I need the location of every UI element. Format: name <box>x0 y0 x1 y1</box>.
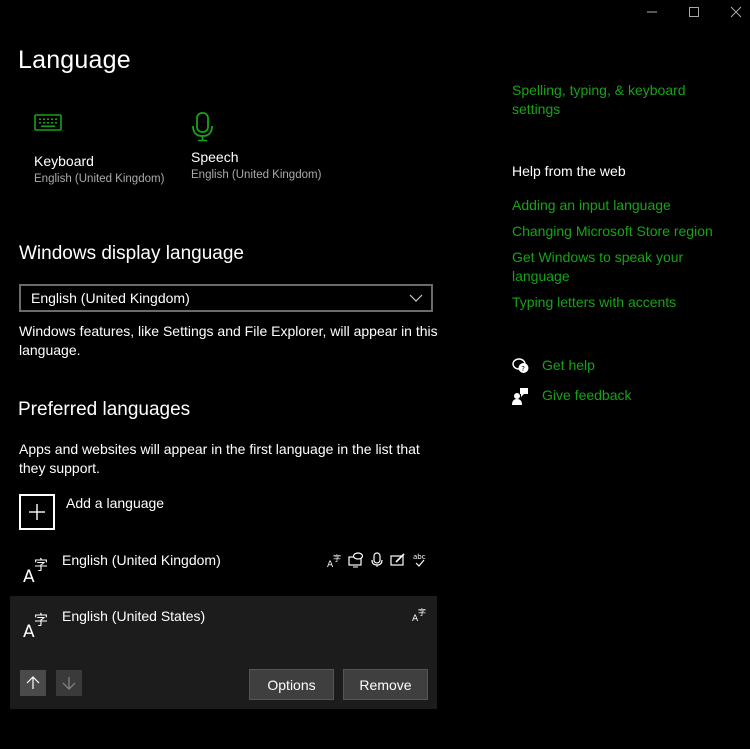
speech-language: English (United Kingdom) <box>191 169 322 181</box>
move-up-button[interactable] <box>20 670 46 696</box>
options-button[interactable]: Options <box>249 669 334 700</box>
keyboard-label: Keyboard <box>34 153 94 169</box>
chevron-down-icon <box>409 294 423 302</box>
keyboard-icon <box>34 114 62 131</box>
language-name: English (United Kingdom) <box>62 552 221 568</box>
display-language-icon: A字 <box>326 551 344 569</box>
language-icon: A 字 <box>23 613 48 640</box>
speech-label: Speech <box>191 149 239 165</box>
remove-button[interactable]: Remove <box>343 669 428 700</box>
svg-text:字: 字 <box>34 558 48 574</box>
language-item-en-gb[interactable]: A 字 English (United Kingdom) A字 abc <box>10 551 437 591</box>
handwriting-icon <box>389 551 407 569</box>
display-language-dropdown[interactable]: English (United Kingdom) <box>19 284 433 312</box>
arrow-up-icon <box>26 676 40 689</box>
give-feedback-link[interactable]: Give feedback <box>512 386 632 405</box>
move-down-button[interactable] <box>56 670 82 696</box>
preferred-languages-heading: Preferred languages <box>18 399 191 420</box>
help-link-speak-language[interactable]: Get Windows to speak your language <box>512 248 702 286</box>
display-language-icon: A字 <box>411 605 429 623</box>
minimize-button[interactable] <box>629 0 675 24</box>
svg-text:字: 字 <box>418 607 426 617</box>
display-language-description: Windows features, like Settings and File… <box>19 323 438 358</box>
keyboard-tile[interactable]: Keyboard English (United Kingdom) <box>34 114 184 185</box>
plus-icon <box>29 504 45 520</box>
keyboard-language: English (United Kingdom) <box>34 173 165 185</box>
language-icon: A 字 <box>23 558 48 585</box>
maximize-button[interactable] <box>671 0 717 24</box>
arrow-down-icon <box>62 677 76 690</box>
add-language-label[interactable]: Add a language <box>66 495 164 511</box>
svg-text:字: 字 <box>34 613 48 629</box>
add-language-button[interactable] <box>19 494 55 530</box>
get-help-label: Get help <box>542 357 595 373</box>
close-icon <box>730 6 742 18</box>
help-heading: Help from the web <box>512 163 626 179</box>
get-help-icon: ? <box>512 357 529 373</box>
help-link-typing-accents[interactable]: Typing letters with accents <box>512 293 676 312</box>
svg-text:?: ? <box>521 365 525 373</box>
help-link-adding-input-language[interactable]: Adding an input language <box>512 196 671 215</box>
speech-tile[interactable]: Speech English (United Kingdom) <box>191 112 341 181</box>
preferred-languages-description: Apps and websites will appear in the fir… <box>19 441 420 476</box>
display-language-value: English (United Kingdom) <box>31 290 190 306</box>
minimize-icon <box>647 11 657 13</box>
give-feedback-label: Give feedback <box>542 387 632 403</box>
spell-check-icon: abc <box>411 551 429 569</box>
maximize-icon <box>689 7 699 17</box>
help-link-store-region[interactable]: Changing Microsoft Store region <box>512 222 713 241</box>
svg-text:字: 字 <box>333 553 341 563</box>
page-title: Language <box>18 46 131 74</box>
display-language-heading: Windows display language <box>19 243 244 264</box>
text-to-speech-icon <box>347 551 365 569</box>
close-button[interactable] <box>713 0 750 24</box>
language-item-en-us[interactable]: A 字 English (United States) A字 Options R… <box>10 596 437 709</box>
get-help-link[interactable]: ? Get help <box>512 356 595 375</box>
spelling-typing-keyboard-link[interactable]: Spelling, typing, & keyboard settings <box>512 81 712 119</box>
microphone-icon <box>192 112 213 142</box>
give-feedback-icon <box>512 387 528 405</box>
language-name: English (United States) <box>62 608 206 624</box>
speech-recognition-icon <box>368 551 386 569</box>
svg-text:abc: abc <box>413 553 426 561</box>
